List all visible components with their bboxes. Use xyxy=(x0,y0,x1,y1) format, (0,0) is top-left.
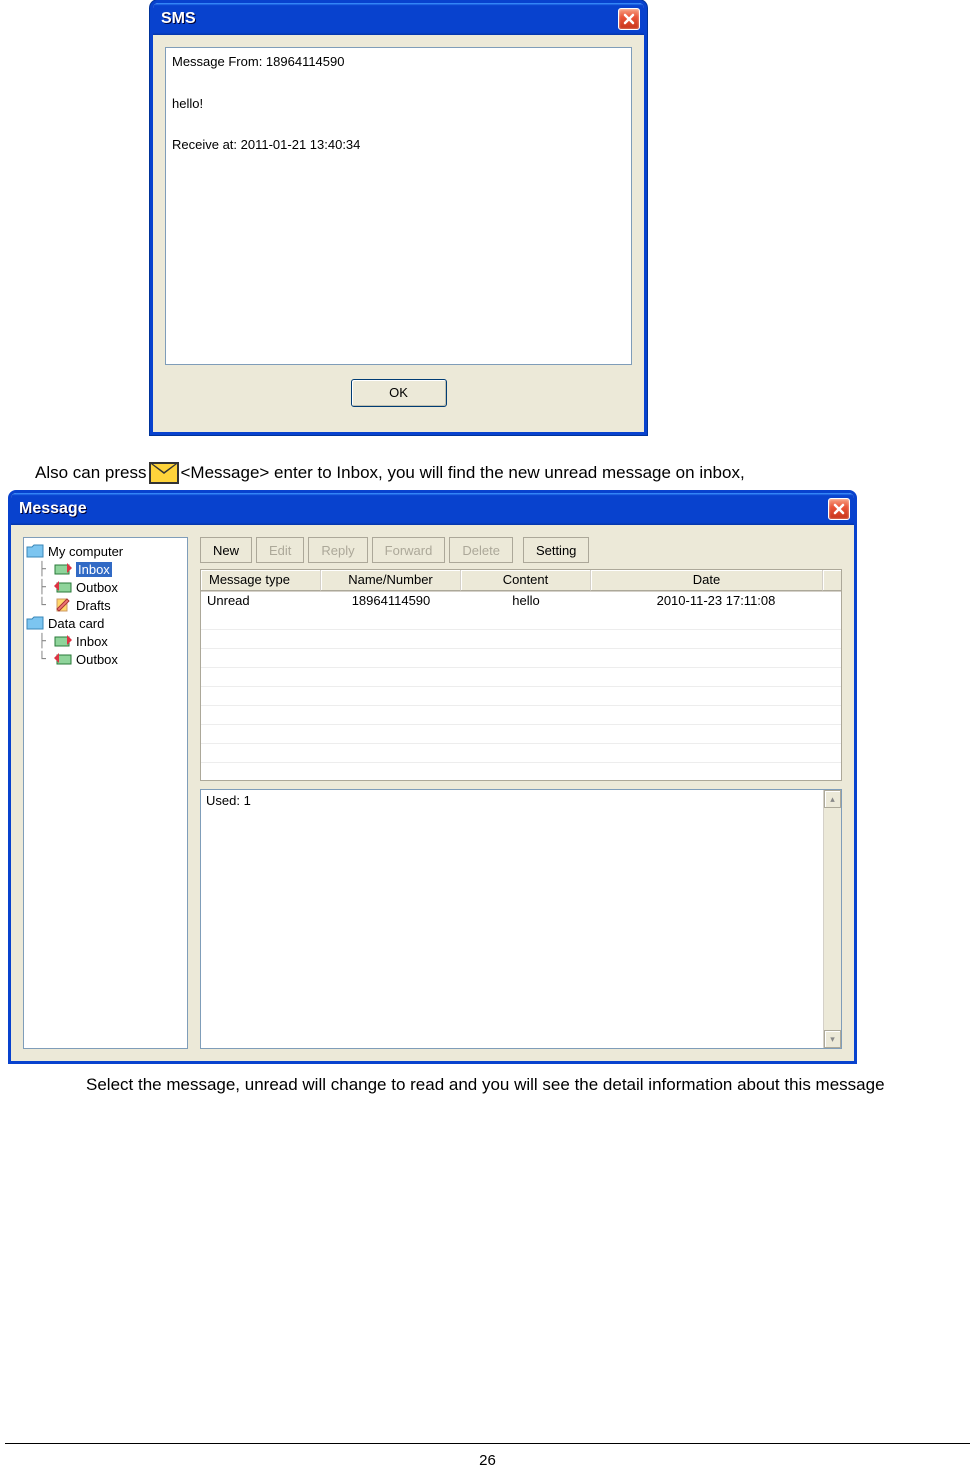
outbox-icon xyxy=(54,651,72,667)
header-name[interactable]: Name/Number xyxy=(321,570,461,591)
message-title: Message xyxy=(19,500,87,518)
inbox-icon xyxy=(54,561,72,577)
cell-type: Unread xyxy=(201,592,321,611)
sms-title: SMS xyxy=(161,10,196,28)
instruction-text-1: Also can press <Message> enter to Inbox,… xyxy=(35,462,745,484)
table-body: Unread 18964114590 hello 2010-11-23 17:1… xyxy=(201,592,841,780)
tree-inbox-card[interactable]: ├ Inbox xyxy=(26,632,185,650)
message-toolbar: New Edit Reply Forward Delete Setting xyxy=(200,537,842,563)
tree-label: Outbox xyxy=(76,652,118,667)
close-icon xyxy=(623,13,635,25)
detail-text: Used: 1 xyxy=(206,793,251,808)
page-number: 26 xyxy=(0,1452,975,1469)
tree-label: Inbox xyxy=(76,634,108,649)
reply-button: Reply xyxy=(308,537,367,563)
cell-name: 18964114590 xyxy=(321,592,461,611)
sms-titlebar: SMS xyxy=(153,3,644,35)
cell-content: hello xyxy=(461,592,591,611)
ok-button[interactable]: OK xyxy=(351,379,447,407)
instruction-text-2: Select the message, unread will change t… xyxy=(0,1074,960,1097)
tree-inbox[interactable]: ├ Inbox xyxy=(26,560,185,578)
message-window: Message My computer ├ xyxy=(8,490,857,1064)
para1-after: <Message> enter to Inbox, you will find … xyxy=(181,463,745,483)
para1-before: Also can press xyxy=(35,463,147,483)
tree-label: Outbox xyxy=(76,580,118,595)
page-footer: 26 xyxy=(0,1443,975,1469)
drafts-icon xyxy=(54,597,72,613)
sms-body: Message From: 18964114590 hello! Receive… xyxy=(153,35,644,432)
tree-drafts[interactable]: └ Drafts xyxy=(26,596,185,614)
tree-label: Data card xyxy=(48,616,104,631)
outbox-icon xyxy=(54,579,72,595)
setting-button[interactable]: Setting xyxy=(523,537,589,563)
tree-data-card[interactable]: Data card xyxy=(26,614,185,632)
folder-icon xyxy=(26,615,44,631)
tree-outbox[interactable]: ├ Outbox xyxy=(26,578,185,596)
folder-tree[interactable]: My computer ├ Inbox ├ Outbox xyxy=(23,537,188,1049)
table-header: Message type Name/Number Content Date xyxy=(201,570,841,592)
header-content[interactable]: Content xyxy=(461,570,591,591)
header-date[interactable]: Date xyxy=(591,570,823,591)
tree-label: Drafts xyxy=(76,598,111,613)
footer-divider xyxy=(5,1443,970,1444)
message-table[interactable]: Message type Name/Number Content Date Un… xyxy=(200,569,842,781)
cell-date: 2010-11-23 17:11:08 xyxy=(591,592,841,611)
close-button[interactable] xyxy=(618,8,640,30)
folder-icon xyxy=(26,543,44,559)
sms-dialog: SMS Message From: 18964114590 hello! Rec… xyxy=(150,0,647,435)
edit-button: Edit xyxy=(256,537,304,563)
header-type[interactable]: Message type xyxy=(201,570,321,591)
message-titlebar: Message xyxy=(11,493,854,525)
forward-button: Forward xyxy=(372,537,446,563)
tree-my-computer[interactable]: My computer xyxy=(26,542,185,560)
message-envelope-icon xyxy=(149,462,179,484)
message-detail[interactable]: Used: 1 ▴ ▾ xyxy=(200,789,842,1049)
tree-outbox-card[interactable]: └ Outbox xyxy=(26,650,185,668)
close-icon xyxy=(833,503,845,515)
scroll-up-icon[interactable]: ▴ xyxy=(824,790,841,808)
vertical-scrollbar[interactable]: ▴ ▾ xyxy=(823,790,841,1048)
inbox-icon xyxy=(54,633,72,649)
new-button[interactable]: New xyxy=(200,537,252,563)
sms-content[interactable]: Message From: 18964114590 hello! Receive… xyxy=(165,47,632,365)
close-button[interactable] xyxy=(828,498,850,520)
table-row[interactable]: Unread 18964114590 hello 2010-11-23 17:1… xyxy=(201,592,841,611)
scroll-down-icon[interactable]: ▾ xyxy=(824,1030,841,1048)
delete-button: Delete xyxy=(449,537,513,563)
header-scroll-spacer xyxy=(823,570,841,591)
para2-text: Select the message, unread will change t… xyxy=(0,1074,960,1097)
tree-label: My computer xyxy=(48,544,123,559)
tree-label: Inbox xyxy=(76,562,112,577)
